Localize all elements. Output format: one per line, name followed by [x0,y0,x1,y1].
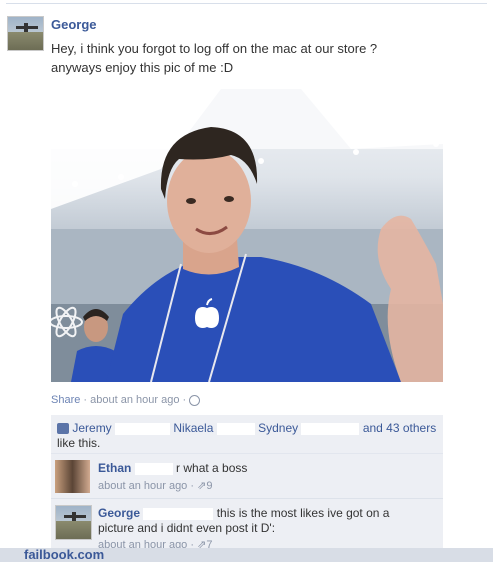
comment-like-count[interactable]: 9 [206,480,212,492]
comment-text-line1: this is the most likes ive got on a [216,506,390,520]
post-timestamp[interactable]: about an hour ago [90,394,179,406]
like-name-3[interactable]: Sydney [258,421,298,435]
redaction [216,422,255,435]
meta-separator: · [182,394,187,406]
comment-timestamp[interactable]: about an hour ago [98,480,187,492]
thumbs-up-icon [57,423,69,435]
redaction [134,462,173,475]
plane-icon [16,23,38,32]
like-others-link[interactable]: and 43 others [363,421,436,435]
comment-meta: about an hour ago · ⇗9 [98,480,213,492]
commenter-avatar[interactable] [55,460,90,493]
plane-icon [64,512,86,521]
redaction [143,507,214,520]
comment-author[interactable]: George [98,506,140,520]
comment-item: George this is the most likes ive got on… [51,499,443,551]
post-photo[interactable] [51,89,443,382]
like-name-2[interactable]: Nikaela [173,421,213,435]
globe-icon [189,394,201,406]
comment-author[interactable]: Ethan [98,461,131,475]
post-meta: Share · about an hour ago · [51,394,201,406]
comment-text-line2: picture and i didnt even post it D': [98,521,276,535]
photo-illustration [51,89,443,382]
watermark-text: failbook.com [24,547,105,562]
post-author[interactable]: George [51,17,97,32]
comment-text: r what a boss [176,461,248,475]
like-name-1[interactable]: Jeremy [72,421,111,435]
redaction [301,422,360,435]
commenter-avatar[interactable] [55,505,92,540]
watermark-bar: failbook.com [0,547,493,562]
share-link[interactable]: Share [51,394,80,406]
likes-suffix: like this. [57,436,101,450]
top-divider [6,3,487,4]
post-message-line2: anyways enjoy this pic of me :D [51,60,234,75]
post-message-line1: Hey, i think you forgot to log off on th… [51,41,378,56]
author-avatar[interactable] [7,16,44,51]
redaction [115,422,171,435]
meta-separator: · [83,394,88,406]
likes-panel: Jeremy Nikaela Sydney and 43 others like… [51,415,443,454]
like-count-icon[interactable]: ⇗ [197,480,206,492]
comment-item: Ethan r what a boss about an hour ago · … [51,454,443,499]
